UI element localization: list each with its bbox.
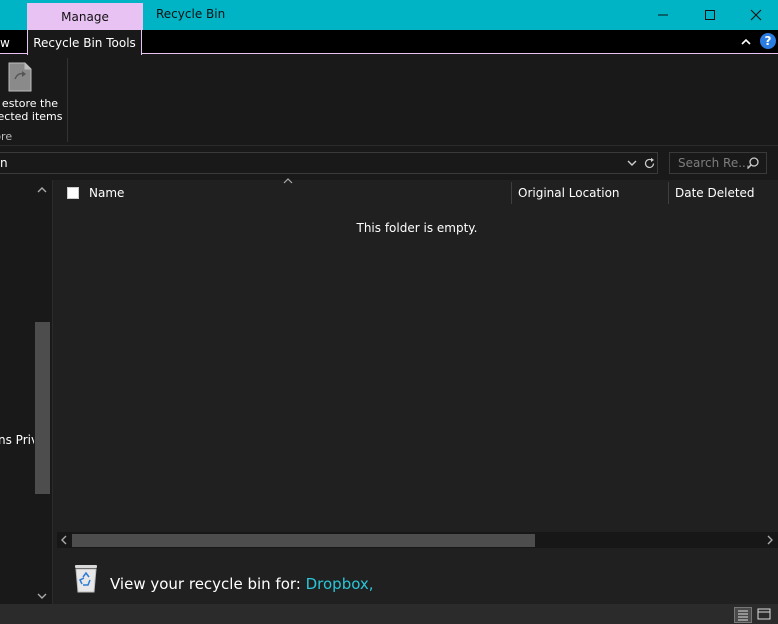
chevron-left-icon xyxy=(61,535,67,545)
restore-group-label: tore xyxy=(0,130,13,143)
dropbox-prompt-text: View your recycle bin for: xyxy=(110,575,306,593)
restore-selected-label: estore the ected items xyxy=(0,97,63,123)
address-row xyxy=(0,146,778,180)
details-view-button[interactable] xyxy=(734,607,752,623)
dropbox-link[interactable]: Dropbox, xyxy=(306,575,374,593)
column-resize-handle[interactable] xyxy=(511,182,512,204)
column-header-row xyxy=(53,181,778,205)
minimize-button[interactable] xyxy=(640,0,686,30)
tab-view[interactable]: w xyxy=(0,36,10,50)
nav-scroll-up-button[interactable] xyxy=(36,184,48,196)
select-all-checkbox[interactable] xyxy=(67,187,79,199)
search-icon[interactable] xyxy=(746,156,760,170)
window-title: Recycle Bin xyxy=(156,7,226,21)
refresh-icon xyxy=(644,157,654,168)
ribbon-group-divider xyxy=(67,58,68,142)
close-button[interactable] xyxy=(733,0,778,30)
address-text: n xyxy=(0,156,8,170)
nav-item[interactable]: ns Priv xyxy=(0,433,34,447)
column-header-date-deleted[interactable]: Date Deleted xyxy=(675,186,755,200)
large-icons-view-icon xyxy=(757,608,771,620)
address-bar[interactable] xyxy=(0,152,658,174)
refresh-button[interactable] xyxy=(642,156,656,170)
manage-context-tab[interactable]: Manage xyxy=(27,3,143,30)
column-header-original-location[interactable]: Original Location xyxy=(518,186,620,200)
empty-folder-message: This folder is empty. xyxy=(356,221,478,235)
status-bar xyxy=(0,604,778,624)
help-icon[interactable]: ? xyxy=(760,33,776,49)
scroll-right-button[interactable] xyxy=(764,534,776,546)
horizontal-scrollbar-thumb[interactable] xyxy=(72,534,535,547)
chevron-down-icon xyxy=(627,160,637,166)
column-resize-handle[interactable] xyxy=(668,182,669,204)
dropbox-recycle-prompt: View your recycle bin for: Dropbox, xyxy=(110,575,374,593)
minimize-icon xyxy=(658,14,668,16)
maximize-button[interactable] xyxy=(687,0,733,30)
tab-recycle-bin-tools[interactable]: Recycle Bin Tools xyxy=(27,30,142,55)
search-placeholder: Search Re... xyxy=(678,156,750,170)
recycle-bin-icon xyxy=(75,565,97,593)
address-history-button[interactable] xyxy=(626,157,638,169)
large-icons-view-button[interactable] xyxy=(756,607,774,623)
chevron-right-icon xyxy=(767,535,773,545)
maximize-icon xyxy=(705,10,715,20)
close-icon xyxy=(750,9,762,21)
chevron-up-icon xyxy=(741,38,751,45)
column-header-name[interactable]: Name xyxy=(89,186,124,200)
chevron-up-icon xyxy=(37,187,47,193)
ribbon-body: estore the ected items tore xyxy=(0,54,778,146)
restore-document-icon xyxy=(8,62,32,92)
nav-scroll-down-button[interactable] xyxy=(36,590,48,602)
nav-scrollbar-thumb[interactable] xyxy=(35,322,50,494)
details-view-icon xyxy=(738,610,748,621)
scroll-left-button[interactable] xyxy=(58,534,70,546)
chevron-down-icon xyxy=(37,593,47,599)
ribbon-collapse-button[interactable] xyxy=(738,34,754,50)
